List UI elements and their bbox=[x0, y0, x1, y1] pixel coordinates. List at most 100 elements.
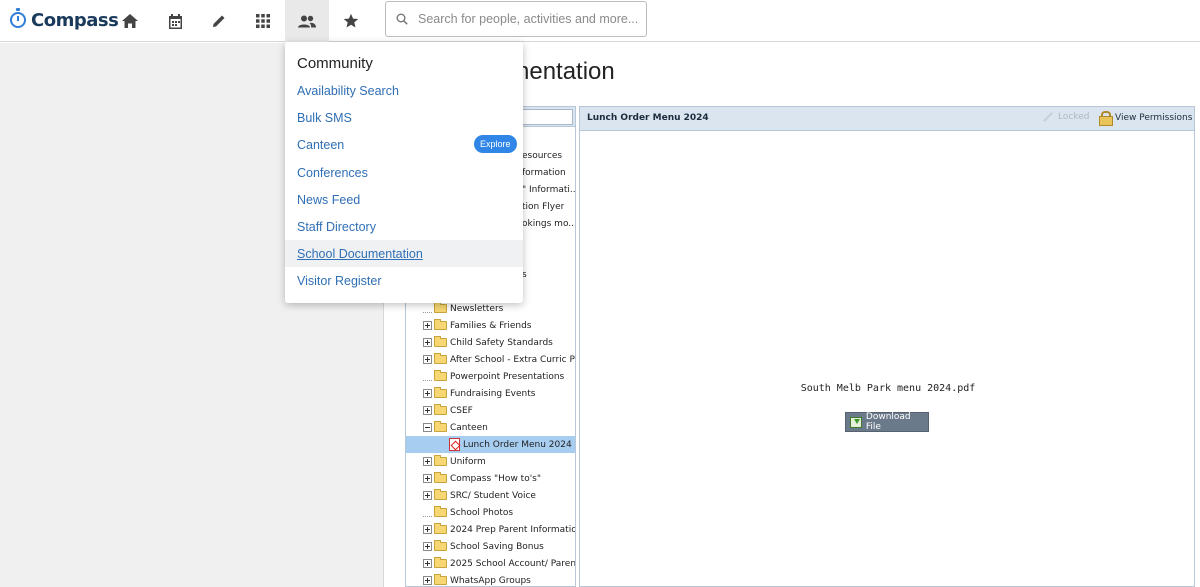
pencil-icon bbox=[213, 15, 225, 27]
folder-icon bbox=[434, 370, 447, 381]
apps-button[interactable] bbox=[241, 0, 285, 42]
download-icon bbox=[850, 416, 862, 428]
expand-plus-icon[interactable] bbox=[423, 559, 432, 568]
tree-item-partial[interactable]: esources bbox=[522, 147, 575, 164]
tree-connector bbox=[423, 304, 432, 313]
menu-item-news-feed[interactable]: News Feed bbox=[285, 186, 523, 213]
tree-item-folder[interactable]: After School - Extra Curric Pr... bbox=[423, 351, 575, 368]
menu-item-visitor-register[interactable]: Visitor Register bbox=[285, 267, 523, 294]
folder-icon bbox=[434, 472, 447, 483]
collapse-minus-icon[interactable] bbox=[423, 423, 432, 432]
menu-item-canteen[interactable]: Canteen Explore bbox=[285, 131, 523, 158]
tree-item-folder[interactable]: Fundraising Events bbox=[423, 385, 575, 402]
tree-item-folder[interactable]: CSEF bbox=[423, 402, 575, 419]
menu-item-staff-directory[interactable]: Staff Directory bbox=[285, 213, 523, 240]
tree-item-label: formation bbox=[522, 167, 566, 178]
tree-item-folder[interactable]: School Saving Bonus bbox=[423, 538, 575, 555]
document-header: Lunch Order Menu 2024 Locked View Permis… bbox=[580, 107, 1194, 131]
tree-item-label: Canteen bbox=[450, 422, 488, 433]
expand-plus-icon[interactable] bbox=[423, 321, 432, 330]
tree-item-partial[interactable]: formation bbox=[522, 164, 575, 181]
tree-item-folder[interactable]: Child Safety Standards bbox=[423, 334, 575, 351]
tree-item-partial[interactable]: " Informati... bbox=[522, 181, 576, 198]
people-icon bbox=[298, 15, 316, 27]
tree-item-folder[interactable]: WhatsApp Groups bbox=[423, 572, 575, 586]
expand-plus-icon[interactable] bbox=[423, 389, 432, 398]
search-input[interactable] bbox=[418, 12, 638, 26]
tree-item-label: " Informati... bbox=[522, 184, 576, 195]
folder-icon bbox=[434, 353, 447, 364]
folder-icon bbox=[434, 455, 447, 466]
tree-item-label: Newsletters bbox=[450, 303, 504, 314]
star-icon bbox=[343, 13, 359, 28]
expand-plus-icon[interactable] bbox=[423, 542, 432, 551]
menu-item-conferences[interactable]: Conferences bbox=[285, 159, 523, 186]
top-navbar: Compass bbox=[0, 0, 1200, 42]
tree-item-folder[interactable]: Powerpoint Presentations bbox=[423, 368, 575, 385]
tree-item-folder[interactable]: Families & Friends bbox=[423, 317, 575, 334]
menu-item-availability-search[interactable]: Availability Search bbox=[285, 77, 523, 104]
edit-disabled-icon bbox=[1043, 112, 1053, 122]
app-name: Compass bbox=[31, 9, 119, 31]
calendar-button[interactable] bbox=[153, 0, 197, 42]
tree-item-folder[interactable]: Compass "How to's" bbox=[423, 470, 575, 487]
expand-plus-icon[interactable] bbox=[423, 457, 432, 466]
folder-icon bbox=[434, 336, 447, 347]
global-search[interactable] bbox=[385, 1, 647, 37]
tree-item-label: tion Flyer bbox=[522, 201, 565, 212]
tree-item-label: School Photos bbox=[450, 507, 514, 518]
tree-connector bbox=[423, 508, 432, 517]
tree-item-folder[interactable]: Canteen bbox=[423, 419, 575, 436]
folder-icon bbox=[434, 302, 447, 313]
expand-plus-icon[interactable] bbox=[423, 525, 432, 534]
tree-item-label: 2024 Prep Parent Information bbox=[450, 524, 576, 535]
search-icon bbox=[396, 13, 408, 25]
expand-plus-icon[interactable] bbox=[423, 406, 432, 415]
compass-logo-icon bbox=[10, 8, 26, 28]
tree-item-label: Child Safety Standards bbox=[450, 337, 553, 348]
folder-icon bbox=[434, 557, 447, 568]
download-file-button[interactable]: Download File bbox=[845, 412, 929, 432]
folder-icon bbox=[434, 387, 447, 398]
tree-item-folder[interactable]: 2024 Prep Parent Information bbox=[423, 521, 576, 538]
tree-item-partial[interactable]: okings mo... bbox=[522, 215, 576, 232]
tree-connector bbox=[423, 372, 432, 381]
expand-plus-icon[interactable] bbox=[423, 491, 432, 500]
community-dropdown-menu: Community Availability Search Bulk SMS C… bbox=[285, 42, 523, 303]
tree-item-label: Families & Friends bbox=[450, 320, 532, 331]
tree-item-label: Compass "How to's" bbox=[450, 473, 541, 484]
folder-icon bbox=[434, 404, 447, 415]
expand-plus-icon[interactable] bbox=[423, 355, 432, 364]
expand-plus-icon[interactable] bbox=[423, 576, 432, 585]
community-button[interactable] bbox=[285, 0, 329, 42]
download-label: Download File bbox=[865, 412, 911, 432]
tree-item-file[interactable]: Lunch Order Menu 2024 bbox=[406, 436, 575, 453]
dropdown-heading: Community bbox=[297, 55, 373, 72]
favourites-button[interactable] bbox=[329, 0, 373, 42]
tree-item-label: School Saving Bonus bbox=[450, 541, 544, 552]
tree-item-folder[interactable]: Uniform bbox=[423, 453, 575, 470]
tree-item-folder[interactable]: SRC/ Student Voice bbox=[423, 487, 575, 504]
expand-plus-icon[interactable] bbox=[423, 474, 432, 483]
tree-item-partial[interactable]: tion Flyer bbox=[522, 198, 575, 215]
tree-item-label: SRC/ Student Voice bbox=[450, 490, 536, 501]
menu-item-bulk-sms[interactable]: Bulk SMS bbox=[285, 104, 523, 131]
tree-item-label: 2025 School Account/ Paren... bbox=[450, 558, 576, 569]
expand-plus-icon[interactable] bbox=[423, 338, 432, 347]
tree-item-label: okings mo... bbox=[522, 218, 576, 229]
tree-item-partial[interactable]: s bbox=[522, 266, 575, 283]
locked-button: Locked bbox=[1042, 112, 1089, 122]
explore-badge[interactable]: Explore bbox=[474, 135, 517, 153]
tree-item-folder[interactable]: 2025 School Account/ Paren... bbox=[423, 555, 576, 572]
compass-logo[interactable]: Compass bbox=[10, 8, 119, 32]
tree-item-label: Powerpoint Presentations bbox=[450, 371, 565, 382]
document-content-panel: Lunch Order Menu 2024 Locked View Permis… bbox=[579, 106, 1195, 587]
grid-icon bbox=[256, 14, 270, 28]
tree-item-folder[interactable]: School Photos bbox=[423, 504, 575, 521]
write-button[interactable] bbox=[197, 0, 241, 42]
view-permissions-button[interactable]: View Permissions bbox=[1099, 111, 1192, 126]
lock-icon bbox=[1099, 111, 1113, 126]
menu-item-school-documentation[interactable]: School Documentation bbox=[285, 240, 523, 267]
folder-icon bbox=[434, 319, 447, 330]
home-button[interactable] bbox=[108, 0, 152, 42]
